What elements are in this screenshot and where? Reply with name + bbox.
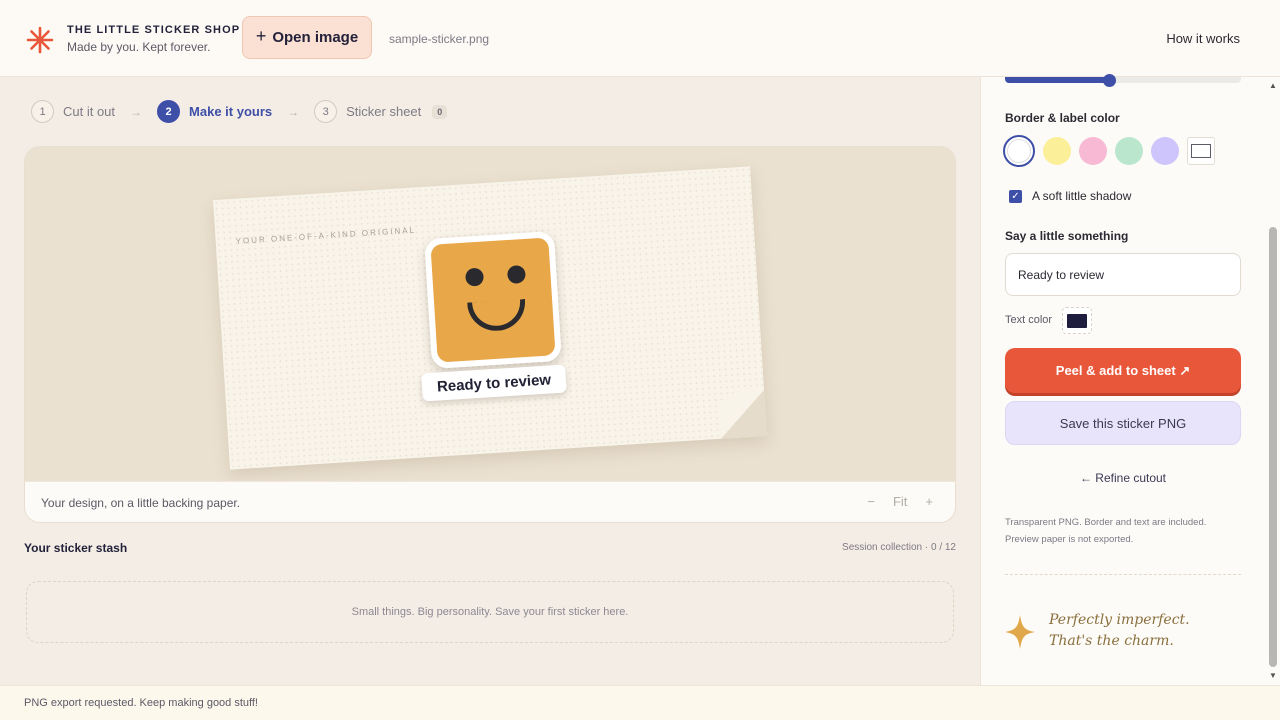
status-message: PNG export requested. Keep making good s…: [24, 697, 258, 709]
page-curl-corner: [718, 389, 767, 439]
brand-name: THE LITTLE STICKER SHOP: [67, 24, 241, 36]
sticker-preview: [424, 231, 562, 369]
step-make-it-yours[interactable]: 2 Make it yours: [157, 100, 272, 123]
swatch-lavender[interactable]: [1151, 137, 1179, 165]
size-slider[interactable]: [1005, 74, 1241, 87]
paper-tag: YOUR ONE-OF-A-KIND ORIGINAL: [235, 225, 417, 246]
sheet-count-badge: 0: [432, 104, 448, 119]
file-name: sample-sticker.png: [389, 32, 490, 46]
how-it-works-link[interactable]: How it works: [1166, 31, 1240, 46]
checkbox-checked-icon[interactable]: ✓: [1009, 189, 1022, 203]
arrow-right-icon: →: [130, 104, 143, 119]
swatch-yellow[interactable]: [1043, 137, 1071, 165]
asterisk-logo-icon: [26, 26, 54, 54]
plus-icon: +: [255, 26, 267, 46]
right-eye: [506, 264, 526, 285]
caption-input[interactable]: [1005, 253, 1241, 296]
refine-cutout-link[interactable]: ← Refine cutout: [1005, 471, 1241, 485]
tagline-quote: Perfectly imperfect. That's the charm.: [1049, 610, 1190, 652]
stepper: 1 Cut it out → 2 Make it yours → 3 Stick…: [31, 100, 448, 123]
stash-count: Session collection · 0 / 12: [842, 542, 956, 553]
scroll-up-icon[interactable]: ▲: [1269, 81, 1277, 90]
quote-line-1: Perfectly imperfect.: [1049, 612, 1190, 628]
preview-caption: Your design, on a little backing paper.: [41, 496, 241, 510]
left-eye: [464, 267, 485, 287]
border-color-title: Border & label color: [1005, 111, 1120, 125]
divider: [1005, 574, 1241, 575]
stash-title: Your sticker stash: [24, 541, 128, 555]
text-color-swatch: [1067, 313, 1087, 328]
save-png-button[interactable]: Save this sticker PNG: [1005, 401, 1241, 445]
sidebar-scrollbar[interactable]: ▲ ▼: [1267, 77, 1280, 685]
swatch-mint[interactable]: [1115, 137, 1143, 165]
stash-empty-state: Small things. Big personality. Save your…: [26, 581, 954, 643]
zoom-controls: − Fit +: [867, 494, 933, 509]
open-image-label: Open image: [272, 29, 359, 46]
sparkle-icon: [1005, 615, 1035, 649]
step-number: 1: [31, 100, 54, 123]
swatch-white[interactable]: [1003, 135, 1035, 167]
step-cut-it-out[interactable]: 1 Cut it out: [31, 100, 115, 123]
open-image-button[interactable]: + Open image: [242, 16, 372, 59]
smile-mouth: [467, 298, 527, 333]
scrollbar-thumb[interactable]: [1269, 227, 1277, 667]
export-note: Transparent PNG. Border and text are inc…: [1005, 517, 1207, 545]
brand-tagline: Made by you. Kept forever.: [67, 40, 211, 54]
slider-thumb[interactable]: [1102, 74, 1116, 87]
step-number: 3: [314, 100, 338, 123]
slider-fill: [1005, 77, 1109, 83]
step-number: 2: [157, 100, 181, 123]
caption-title: Say a little something: [1005, 229, 1129, 243]
step-label: Cut it out: [63, 104, 116, 119]
step-sticker-sheet[interactable]: 3 Sticker sheet 0: [314, 100, 448, 123]
peel-add-button[interactable]: Peel & add to sheet ↗: [1005, 348, 1241, 393]
text-color-picker[interactable]: [1062, 307, 1092, 334]
quote-line-2: That's the charm.: [1049, 633, 1174, 649]
zoom-fit-button[interactable]: Fit: [893, 494, 907, 509]
custom-color-picker[interactable]: [1187, 137, 1215, 165]
preview-footer: Your design, on a little backing paper. …: [25, 481, 955, 522]
zoom-in-button[interactable]: +: [925, 494, 933, 509]
step-label: Sticker sheet: [346, 104, 422, 119]
step-label: Make it yours: [189, 104, 273, 119]
smiley-face-icon: [430, 237, 556, 363]
zoom-out-button[interactable]: −: [867, 494, 875, 509]
arrow-right-icon: →: [287, 104, 300, 119]
shadow-toggle[interactable]: ✓ A soft little shadow: [1009, 189, 1131, 203]
preview-canvas[interactable]: YOUR ONE-OF-A-KIND ORIGINAL Ready to rev…: [25, 147, 955, 481]
preview-card: YOUR ONE-OF-A-KIND ORIGINAL Ready to rev…: [24, 146, 956, 523]
swatch-pink[interactable]: [1079, 137, 1107, 165]
border-color-swatches: [1003, 135, 1215, 167]
app-header: THE LITTLE STICKER SHOP Made by you. Kep…: [0, 0, 1280, 77]
status-bar: PNG export requested. Keep making good s…: [0, 685, 1280, 720]
scroll-down-icon[interactable]: ▼: [1269, 671, 1277, 680]
design-sidebar: Border & label color ✓ A soft little sha…: [980, 74, 1280, 685]
text-color-label: Text color: [1005, 314, 1053, 326]
shadow-label: A soft little shadow: [1032, 189, 1132, 203]
